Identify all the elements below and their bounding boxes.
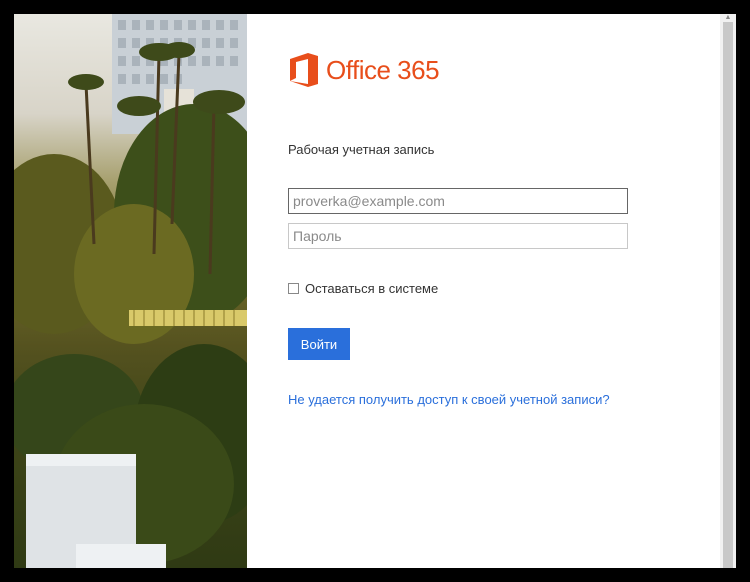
scroll-up-icon[interactable]: ▲ — [724, 14, 732, 22]
remember-me-checkbox[interactable] — [288, 283, 299, 294]
account-type-label: Рабочая учетная запись — [288, 142, 435, 157]
office-logo: Office 365 — [288, 52, 440, 88]
office-logo-icon — [290, 53, 318, 87]
login-window: Office 365 Рабочая учетная запись Остава… — [14, 14, 736, 568]
login-panel: Office 365 Рабочая учетная запись Остава… — [247, 14, 720, 568]
sign-in-button[interactable]: Войти — [288, 328, 350, 360]
email-field[interactable] — [288, 188, 628, 214]
cant-access-account-link[interactable]: Не удается получить доступ к своей учетн… — [288, 392, 610, 407]
remember-me-label: Оставаться в системе — [305, 281, 439, 296]
password-field[interactable] — [288, 223, 628, 249]
vertical-scrollbar[interactable]: ▲ — [720, 14, 736, 568]
background-photo — [14, 14, 247, 568]
scrollbar-thumb[interactable] — [723, 22, 733, 568]
brand-name: Office 365 — [326, 54, 440, 85]
remember-me[interactable]: Оставаться в системе — [288, 281, 438, 296]
